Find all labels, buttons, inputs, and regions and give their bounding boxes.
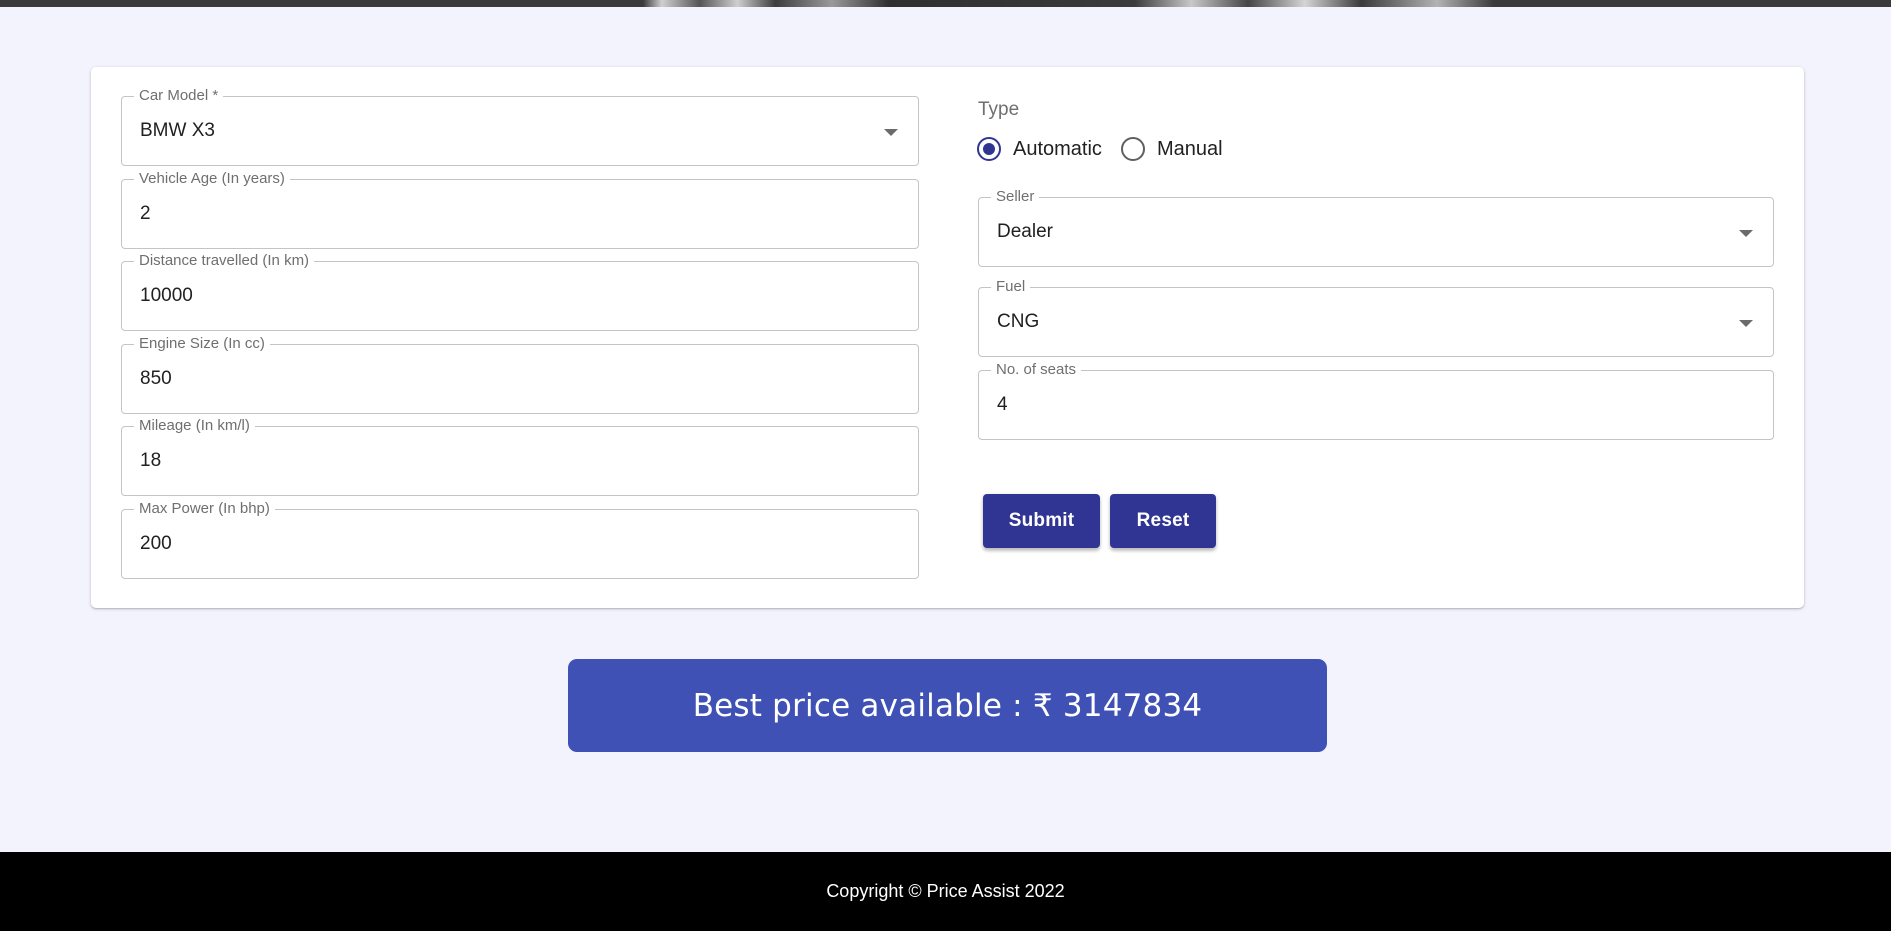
seats-field[interactable]: No. of seats 4 [978,361,1774,440]
submit-button[interactable]: Submit [983,494,1100,548]
radio-option-manual[interactable]: Manual [1120,137,1223,161]
car-details-form-card: Car Model * BMW X3 Vehicle Age (In years… [91,67,1804,608]
radio-option-automatic[interactable]: Automatic [977,137,1102,161]
header-image-strip [0,0,1891,7]
vehicle-age-field[interactable]: Vehicle Age (In years) 2 [121,170,919,249]
mileage-label: Mileage (In km/l) [134,417,255,435]
radio-checked-icon[interactable] [977,137,1001,161]
seller-value: Dealer [997,221,1053,242]
max-power-value: 200 [140,533,172,554]
radio-label-automatic: Automatic [1013,137,1102,160]
mileage-field[interactable]: Mileage (In km/l) 18 [121,417,919,496]
chevron-down-icon [884,129,898,136]
chevron-down-icon [1739,320,1753,327]
radio-label-manual: Manual [1156,137,1223,160]
seats-label: No. of seats [991,361,1082,379]
seller-select[interactable]: Seller Dealer [978,188,1774,267]
best-price-text: Best price available : ₹ 3147834 [692,687,1203,724]
copyright-text: Copyright © Price Assist 2022 [826,881,1065,901]
radio-unchecked-icon[interactable] [1120,137,1145,161]
mileage-value: 18 [140,450,162,471]
distance-travelled-value: 10000 [140,285,193,306]
fuel-select[interactable]: Fuel CNG [978,278,1774,357]
car-model-label: Car Model * [134,87,224,105]
engine-size-label: Engine Size (In cc) [134,335,270,353]
price-result-banner: Best price available : ₹ 3147834 [568,659,1327,752]
car-model-value: BMW X3 [140,120,215,141]
max-power-label: Max Power (In bhp) [134,500,275,518]
seats-value: 4 [997,394,1008,415]
engine-size-field[interactable]: Engine Size (In cc) 850 [121,335,919,414]
distance-travelled-field[interactable]: Distance travelled (In km) 10000 [121,252,919,331]
fuel-value: CNG [997,311,1040,332]
type-label: Type [978,99,1020,120]
max-power-field[interactable]: Max Power (In bhp) 200 [121,500,919,579]
vehicle-age-label: Vehicle Age (In years) [134,170,290,188]
seller-label: Seller [991,188,1040,206]
engine-size-value: 850 [140,368,172,389]
chevron-down-icon [1739,230,1753,237]
distance-travelled-label: Distance travelled (In km) [134,252,315,270]
reset-button[interactable]: Reset [1110,494,1216,548]
footer: Copyright © Price Assist 2022 [0,852,1891,931]
transmission-type-radio-group: Automatic Manual [977,137,1242,161]
fuel-label: Fuel [991,278,1031,296]
car-model-select[interactable]: Car Model * BMW X3 [121,87,919,166]
vehicle-age-value: 2 [140,203,151,224]
